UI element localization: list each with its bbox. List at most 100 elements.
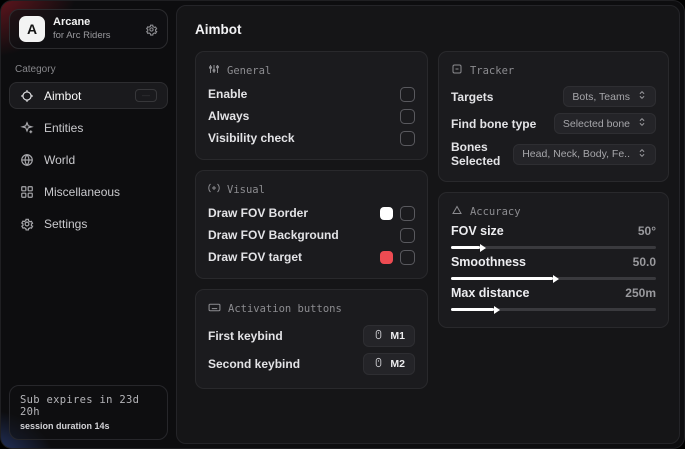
sidebar-item-label: Settings <box>44 217 87 231</box>
slider-value: 250m <box>625 286 656 300</box>
slider-label: Max distance <box>451 286 530 300</box>
slider-thumb[interactable] <box>480 244 486 252</box>
slider-value: 50° <box>638 224 656 238</box>
setting-label: First keybind <box>208 329 283 343</box>
setting-label: Second keybind <box>208 357 300 371</box>
sidebar-item-label: Aimbot <box>44 89 81 103</box>
brand-text: Arcane for Arc Riders <box>53 16 111 42</box>
sidebar: A Arcane for Arc Riders Category Aimbot … <box>1 1 176 448</box>
globe-icon <box>20 153 34 167</box>
sidebar-item-label: Entities <box>44 121 83 135</box>
smoothness-slider-group: Smoothness 50.0 <box>451 255 656 280</box>
sliders-icon <box>208 63 220 78</box>
gear-icon[interactable] <box>145 23 158 36</box>
sidebar-item-world[interactable]: World <box>9 146 168 173</box>
setting-label: Bones Selected <box>451 140 513 168</box>
sidebar-item-label: Miscellaneous <box>44 185 120 199</box>
setting-row-second-keybind: Second keybind M2 <box>208 350 415 378</box>
entities-icon <box>20 121 34 135</box>
card-title: Tracker <box>470 65 514 77</box>
setting-label: Enable <box>208 87 247 101</box>
card-title: Accuracy <box>470 206 521 218</box>
dropdown-value: Bots, Teams <box>572 91 630 103</box>
brand-subtitle: for Arc Riders <box>53 30 111 42</box>
setting-row-visibility-check: Visibility check <box>208 127 415 149</box>
setting-row-first-keybind: First keybind M1 <box>208 322 415 350</box>
draw-fov-background-checkbox[interactable] <box>400 228 415 243</box>
dropdown-value: Selected bone <box>563 118 630 130</box>
setting-label: Targets <box>451 90 493 104</box>
keybind-value: M1 <box>390 330 405 342</box>
mouse-icon <box>373 357 384 371</box>
slider-label: FOV size <box>451 224 504 238</box>
keybind-value: M2 <box>390 358 405 370</box>
fov-target-color-swatch[interactable] <box>380 251 393 264</box>
slider-thumb[interactable] <box>494 306 500 314</box>
setting-row-draw-fov-target: Draw FOV target <box>208 246 415 268</box>
setting-row-enable: Enable <box>208 83 415 105</box>
find-bone-type-dropdown[interactable]: Selected bone <box>554 113 656 134</box>
dropdown-value: Head, Neck, Body, Fe.. <box>522 148 630 160</box>
slider-value: 50.0 <box>633 255 656 269</box>
draw-fov-target-checkbox[interactable] <box>400 250 415 265</box>
app-window: A Arcane for Arc Riders Category Aimbot … <box>0 0 685 449</box>
card-title: Activation buttons <box>228 303 342 315</box>
fov-border-color-swatch[interactable] <box>380 207 393 220</box>
main-panel: Aimbot General Enable <box>176 5 680 444</box>
setting-row-always: Always <box>208 105 415 127</box>
draw-fov-border-checkbox[interactable] <box>400 206 415 221</box>
max-distance-slider-group: Max distance 250m <box>451 286 656 311</box>
setting-row-draw-fov-background: Draw FOV Background <box>208 224 415 246</box>
enable-checkbox[interactable] <box>400 87 415 102</box>
brand-title: Arcane <box>53 16 111 30</box>
focus-icon <box>208 182 220 197</box>
setting-row-bones-selected: Bones Selected Head, Neck, Body, Fe.. <box>451 137 656 171</box>
fov-size-slider-group: FOV size 50° <box>451 224 656 249</box>
sidebar-item-aimbot[interactable]: Aimbot — <box>9 82 168 109</box>
setting-label: Draw FOV target <box>208 250 302 264</box>
page-title: Aimbot <box>195 22 669 37</box>
triangle-icon <box>451 204 463 219</box>
setting-label: Visibility check <box>208 131 295 145</box>
accuracy-card: Accuracy FOV size 50° Smoothness <box>438 192 669 328</box>
sidebar-item-label: World <box>44 153 75 167</box>
setting-label: Draw FOV Background <box>208 228 339 242</box>
expand-icon <box>637 148 647 161</box>
smoothness-slider[interactable] <box>451 277 656 280</box>
visual-card: Visual Draw FOV Border Draw FOV Backgrou… <box>195 170 428 279</box>
second-keybind-button[interactable]: M2 <box>363 353 415 375</box>
setting-row-draw-fov-border: Draw FOV Border <box>208 202 415 224</box>
scan-icon <box>451 63 463 78</box>
setting-label: Always <box>208 109 249 123</box>
sidebar-item-entities[interactable]: Entities <box>9 114 168 141</box>
sidebar-item-settings[interactable]: Settings <box>9 210 168 237</box>
mouse-icon <box>373 329 384 343</box>
grid-icon <box>20 185 34 199</box>
first-keybind-button[interactable]: M1 <box>363 325 415 347</box>
category-label: Category <box>15 64 162 75</box>
setting-row-find-bone-type: Find bone type Selected bone <box>451 110 656 137</box>
setting-label: Draw FOV Border <box>208 206 308 220</box>
card-title: Visual <box>227 184 265 196</box>
slider-thumb[interactable] <box>553 275 559 283</box>
visibility-check-checkbox[interactable] <box>400 131 415 146</box>
setting-row-targets: Targets Bots, Teams <box>451 83 656 110</box>
brand-logo: A <box>19 16 45 42</box>
sidebar-item-miscellaneous[interactable]: Miscellaneous <box>9 178 168 205</box>
keyboard-icon <box>208 301 221 317</box>
card-title: General <box>227 65 271 77</box>
nav-active-hint: — <box>135 89 157 102</box>
always-checkbox[interactable] <box>400 109 415 124</box>
slider-label: Smoothness <box>451 255 526 269</box>
tracker-card: Tracker Targets Bots, Teams <box>438 51 669 182</box>
bones-selected-dropdown[interactable]: Head, Neck, Body, Fe.. <box>513 144 656 165</box>
general-card: General Enable Always Visibility check <box>195 51 428 160</box>
activation-card: Activation buttons First keybind M1 <box>195 289 428 389</box>
targets-dropdown[interactable]: Bots, Teams <box>563 86 656 107</box>
brand-card: A Arcane for Arc Riders <box>9 9 168 49</box>
sub-expiry-text: Sub expires in 23d 20h <box>20 394 157 418</box>
max-distance-slider[interactable] <box>451 308 656 311</box>
session-duration-text: session duration 14s <box>20 421 157 431</box>
fov-size-slider[interactable] <box>451 246 656 249</box>
sidebar-nav: Aimbot — Entities World Miscellaneou <box>9 82 168 237</box>
